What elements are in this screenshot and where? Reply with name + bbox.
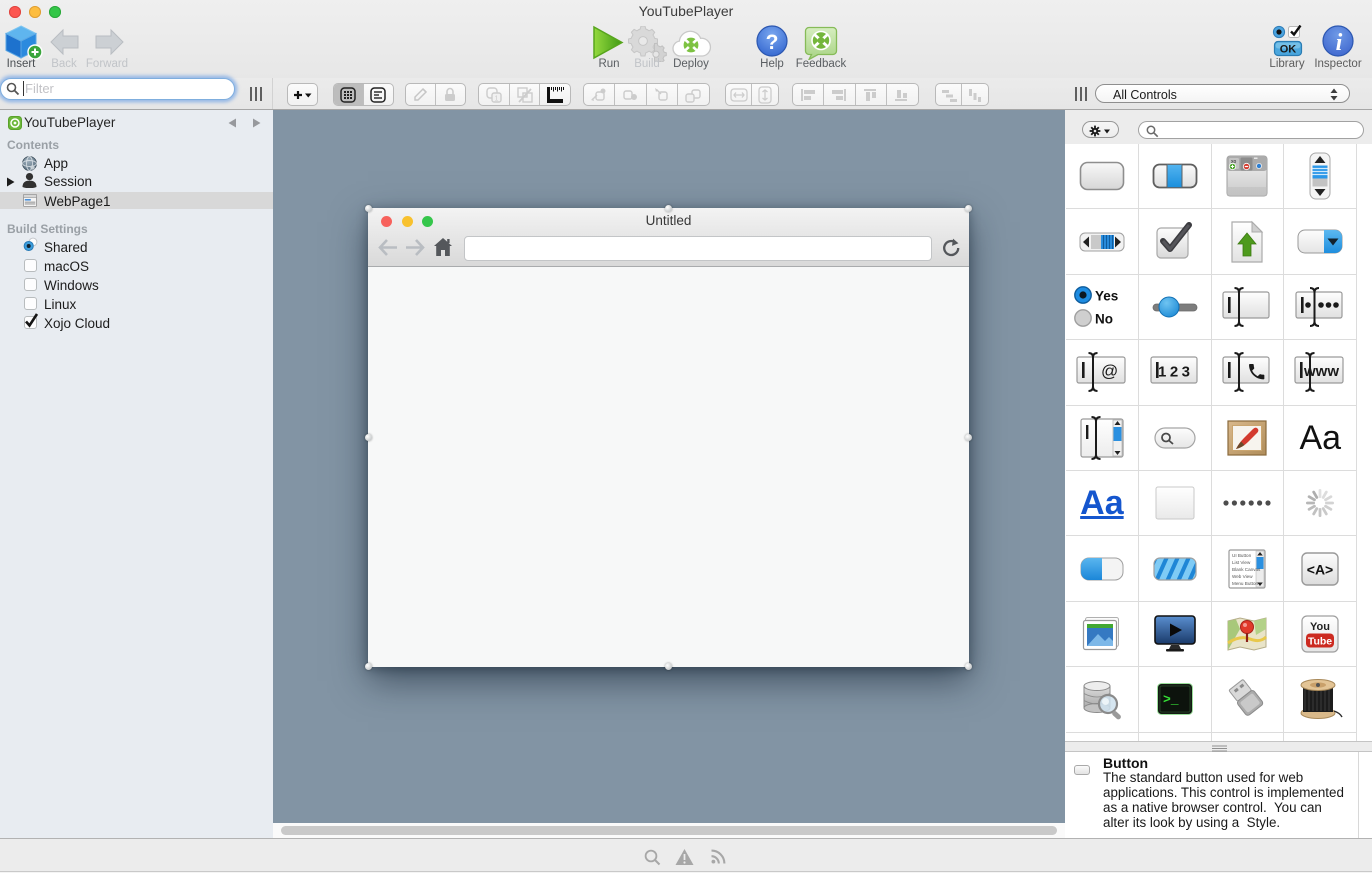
svg-text:<A>: <A>	[1307, 561, 1333, 577]
svg-text:UI Button: UI Button	[1232, 553, 1252, 558]
svg-text:1: 1	[494, 95, 498, 102]
svg-text:OK: OK	[1280, 44, 1297, 56]
svg-text:Blank Canvas: Blank Canvas	[1232, 567, 1261, 572]
svg-text:Yes: Yes	[1095, 288, 1118, 303]
svg-text:You: You	[1310, 621, 1330, 633]
svg-text:>_: >_	[1163, 692, 1179, 707]
svg-text:?: ?	[766, 31, 779, 54]
svg-text:Web View: Web View	[1232, 574, 1253, 579]
svg-text:Menu Button: Menu Button	[1232, 581, 1258, 586]
svg-text:i: i	[1336, 30, 1343, 56]
svg-text:123: 123	[1158, 364, 1194, 381]
svg-text:@: @	[1101, 362, 1118, 381]
svg-text:www: www	[1303, 363, 1339, 380]
svg-text:Tube: Tube	[1308, 635, 1332, 647]
svg-text:No: No	[1095, 311, 1113, 326]
svg-text:List View: List View	[1232, 560, 1251, 565]
